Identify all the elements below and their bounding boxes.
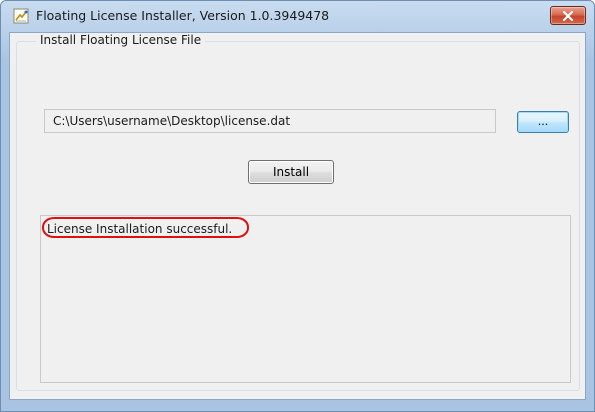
status-log-area[interactable]: License Installation successful. xyxy=(40,215,571,383)
window-title: Floating License Installer, Version 1.0.… xyxy=(36,8,330,23)
group-title: Install Floating License File xyxy=(36,33,206,47)
license-installer-icon xyxy=(13,8,29,24)
title-bar[interactable]: Floating License Installer, Version 1.0.… xyxy=(1,1,594,31)
client-area: Install Floating License File C:\Users\u… xyxy=(9,32,586,400)
license-path-field[interactable]: C:\Users\username\Desktop\license.dat xyxy=(44,109,496,133)
close-x-icon xyxy=(562,6,574,25)
main-window: Floating License Installer, Version 1.0.… xyxy=(0,0,595,412)
install-button[interactable]: Install xyxy=(248,160,334,184)
close-button[interactable] xyxy=(550,6,586,25)
browse-button[interactable]: ... xyxy=(517,111,569,133)
highlight-annotation xyxy=(42,217,249,238)
